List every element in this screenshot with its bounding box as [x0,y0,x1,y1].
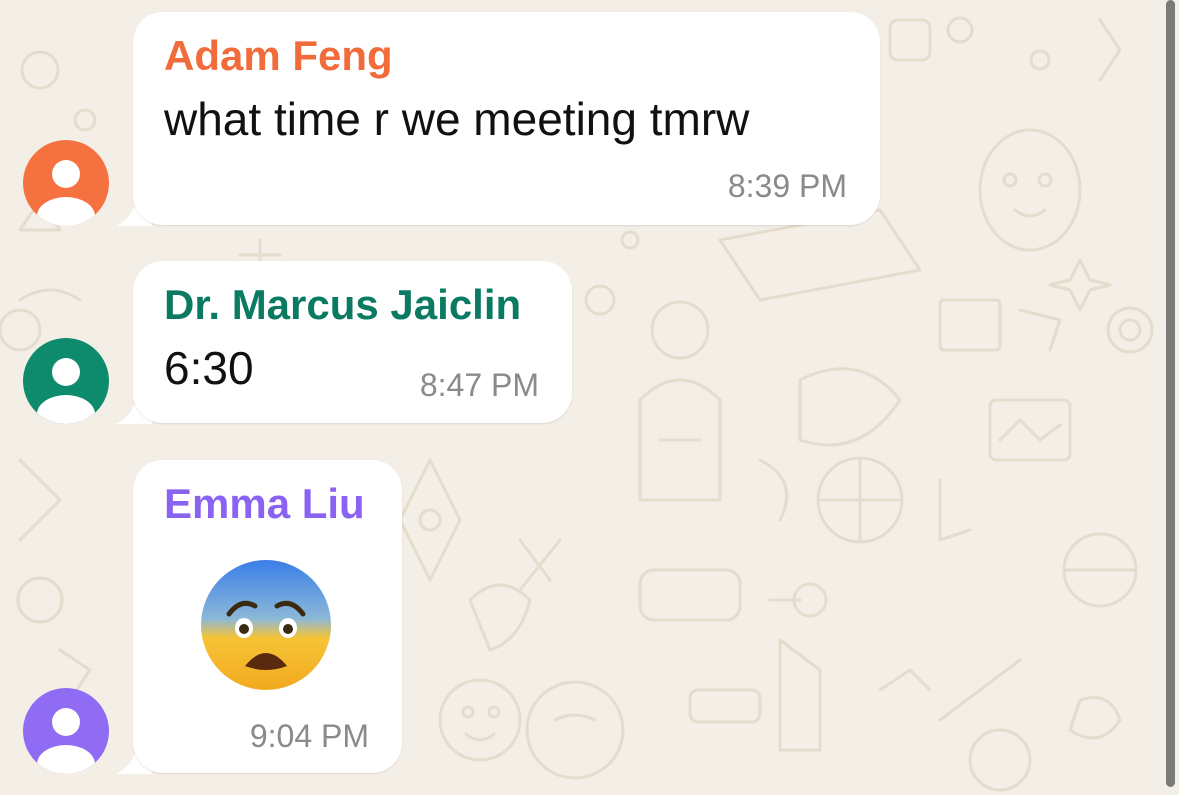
message-text: what time r we meeting tmrw [164,93,750,145]
message-bubble[interactable]: Dr. Marcus Jaiclin 6:30 8:47 PM [133,261,572,423]
sender-name[interactable]: Emma Liu [164,480,365,528]
message-bubble[interactable]: Adam Feng what time r we meeting tmrw 8:… [133,12,880,225]
message-bubble[interactable]: Emma Liu 9:04 PM [133,460,402,773]
avatar-adam-feng[interactable] [23,140,109,226]
message-timestamp: 8:47 PM [419,367,539,403]
message-timestamp: 8:39 PM [727,168,847,204]
anxious-face-with-sweat-emoji-icon[interactable] [199,558,333,692]
avatar-marcus-jaiclin[interactable] [23,338,109,424]
user-avatar-icon [23,140,109,226]
sender-name[interactable]: Adam Feng [164,32,393,80]
scrollbar[interactable] [1166,0,1175,787]
user-avatar-icon [23,338,109,424]
message-timestamp: 9:04 PM [249,718,369,754]
message-text: 6:30 [164,342,254,394]
avatar-emma-liu[interactable] [23,688,109,774]
user-avatar-icon [23,688,109,774]
sender-name[interactable]: Dr. Marcus Jaiclin [164,281,521,329]
